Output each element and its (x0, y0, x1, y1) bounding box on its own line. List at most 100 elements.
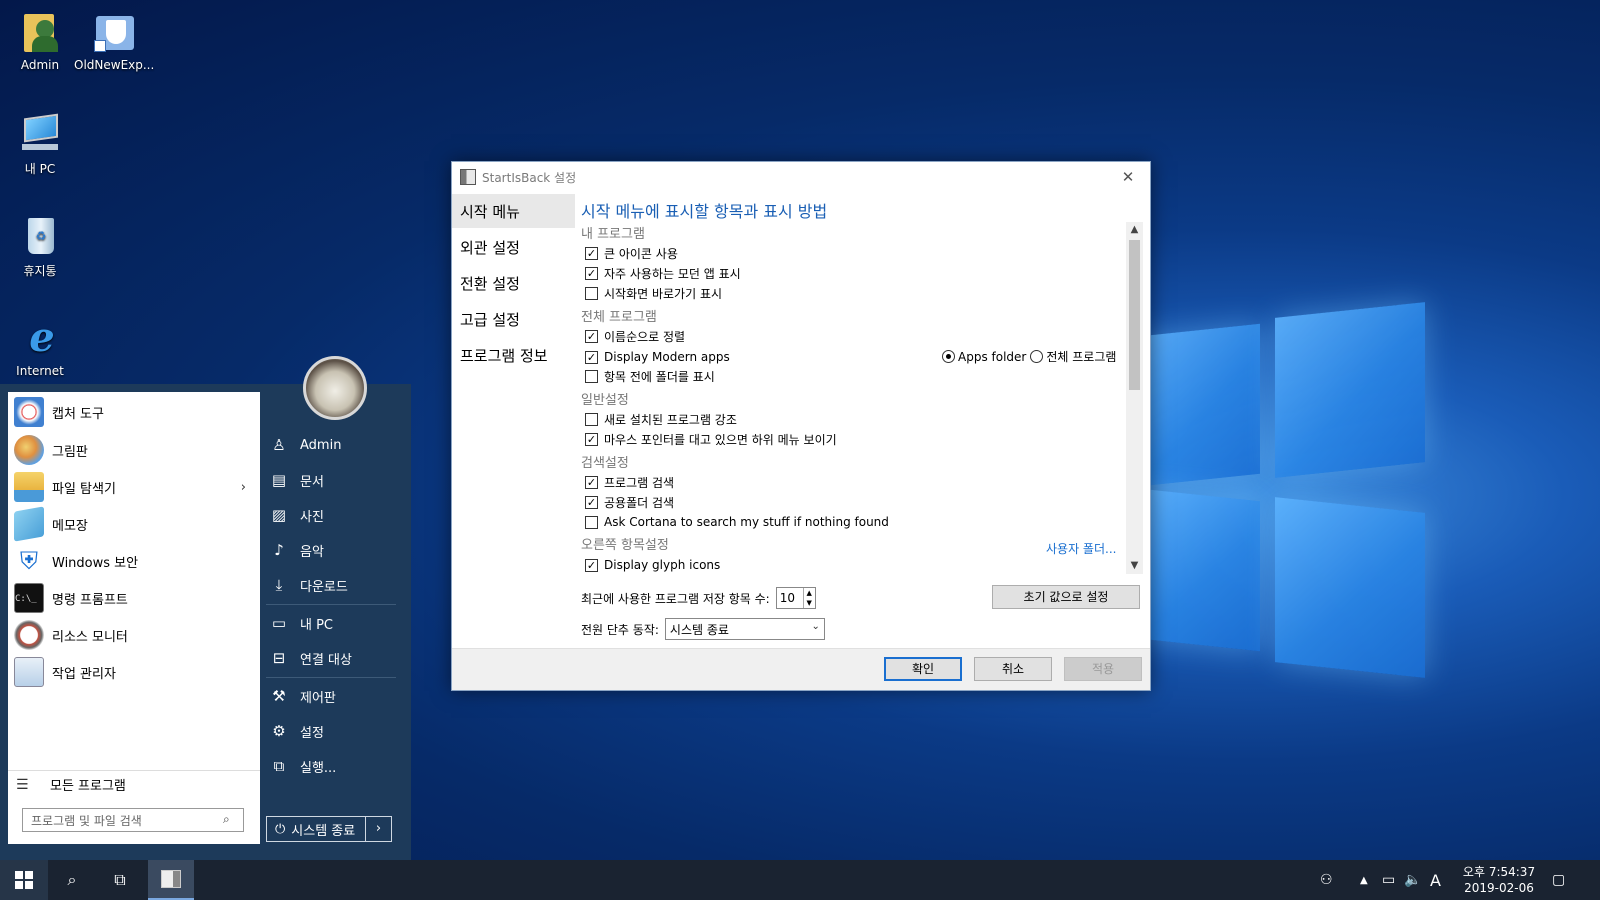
checkbox-label: 자주 사용하는 모던 앱 표시 (604, 266, 741, 281)
scroll-down-icon[interactable]: ▼ (1126, 558, 1143, 574)
desktop-icon-this-pc[interactable]: 내 PC (0, 112, 80, 177)
search-input[interactable]: 프로그램 및 파일 검색 ⌕ (22, 808, 244, 832)
task-view-icon[interactable]: ⧉ (96, 860, 144, 900)
checkbox-glyph-icons[interactable]: ✓ Display glyph icons (585, 556, 720, 574)
program-file-explorer[interactable]: 파일 탐색기 › (8, 469, 260, 505)
volume-icon[interactable]: 🔈 (1404, 860, 1421, 900)
chevron-right-icon[interactable]: › (365, 817, 391, 841)
dialog-titlebar[interactable]: StartIsBack 설정 (452, 162, 1152, 192)
network-icon[interactable]: ▭ (1382, 860, 1395, 900)
checkbox-box[interactable] (585, 286, 598, 300)
taskbar-app-startisback[interactable] (148, 860, 194, 900)
checkbox-hover-submenu[interactable]: ✓ 마우스 포인터를 대고 있으면 하위 메뉴 보이기 (585, 430, 837, 448)
search-icon[interactable]: ⌕ (48, 860, 96, 900)
start-item-documents[interactable]: ▤ 문서 (262, 465, 402, 495)
nav-appearance[interactable]: 외관 설정 (452, 230, 575, 264)
start-item-music[interactable]: ♪ 음악 (262, 535, 402, 565)
checkbox-large-icons[interactable]: ✓ 큰 아이콘 사용 (585, 244, 678, 262)
program-paint[interactable]: 그림판 (8, 432, 260, 468)
program-resource-monitor[interactable]: 리소스 모니터 (8, 617, 260, 653)
reset-defaults-button[interactable]: 초기 값으로 설정 (992, 585, 1140, 609)
ok-button[interactable]: 확인 (884, 657, 962, 681)
clock-time: 오후 7:54:37 (1462, 865, 1536, 879)
radio-all-programs[interactable] (1030, 350, 1044, 363)
nav-switching[interactable]: 전환 설정 (452, 266, 575, 300)
gauge-icon (14, 620, 44, 650)
start-item-run[interactable]: ⧉ 실행... (262, 751, 402, 781)
scroll-up-icon[interactable]: ▲ (1126, 222, 1143, 238)
radio-apps-folder[interactable] (942, 350, 955, 363)
checkbox-box[interactable]: ✓ (585, 329, 598, 343)
start-button[interactable] (0, 860, 48, 900)
checkbox-label: 프로그램 검색 (604, 475, 675, 490)
computer-icon: ▭ (271, 614, 287, 632)
spin-arrows-icon[interactable]: ▲ ▼ (802, 588, 815, 608)
search-placeholder: 프로그램 및 파일 검색 (31, 813, 142, 828)
program-command-prompt[interactable]: C:\_ 명령 프롬프트 (8, 580, 260, 616)
program-task-manager[interactable]: 작업 관리자 (8, 654, 260, 690)
close-icon[interactable]: ✕ (1118, 167, 1138, 187)
user-folder-link[interactable]: 사용자 폴더... (1046, 540, 1116, 557)
checkbox-sort-by-name[interactable]: ✓ 이름순으로 정렬 (585, 327, 685, 345)
notepad-icon (14, 506, 44, 542)
desktop-icon-oldnewexplorer[interactable]: OldNewExp... (74, 10, 154, 72)
checkbox-box[interactable] (585, 515, 598, 529)
nav-about[interactable]: 프로그램 정보 (452, 338, 575, 372)
checkbox-box[interactable] (585, 412, 598, 426)
checkbox-highlight-new[interactable]: 새로 설치된 프로그램 강조 (585, 410, 737, 428)
ime-indicator[interactable]: A (1430, 860, 1441, 900)
checkbox-box[interactable]: ✓ (585, 558, 598, 572)
clock[interactable]: 오후 7:54:37 2019-02-06 (1454, 864, 1544, 896)
start-item-downloads[interactable]: ⤓ 다운로드 (262, 570, 402, 600)
checkbox-box[interactable]: ✓ (585, 475, 598, 489)
nav-start-menu[interactable]: 시작 메뉴 (452, 194, 575, 228)
start-item-this-pc[interactable]: ▭ 내 PC (262, 608, 402, 638)
checkbox-frequent-modern[interactable]: ✓ 자주 사용하는 모던 앱 표시 (585, 264, 741, 282)
all-programs-button[interactable]: ☰ 모든 프로그램 (8, 770, 260, 798)
checkbox-box[interactable]: ✓ (585, 432, 598, 446)
checkbox-folders-first[interactable]: 항목 전에 폴더를 표시 (585, 367, 715, 385)
scrollbar-thumb[interactable] (1129, 240, 1140, 390)
cancel-button[interactable]: 취소 (974, 657, 1052, 681)
chevron-up-icon[interactable]: ▲ (1360, 860, 1368, 900)
start-item-label: 다운로드 (300, 579, 348, 595)
checkbox-display-modern[interactable]: ✓ Display Modern apps (585, 348, 730, 366)
start-item-control-panel[interactable]: ⚒ 제어판 (262, 681, 402, 711)
power-action-select[interactable]: 시스템 종료 ⌄ (664, 618, 825, 640)
checkbox-search-programs[interactable]: ✓ 프로그램 검색 (585, 473, 674, 491)
checkbox-search-public[interactable]: ✓ 공용폴더 검색 (585, 493, 674, 511)
checkbox-box[interactable]: ✓ (585, 495, 598, 509)
checkbox-box[interactable]: ✓ (585, 350, 598, 364)
shield-icon: ⛨ (14, 546, 44, 576)
start-item-pictures[interactable]: ▨ 사진 (262, 500, 402, 530)
user-avatar[interactable] (303, 356, 367, 420)
desktop-icon-label: 내 PC (24, 162, 56, 176)
checkbox-ask-cortana[interactable]: Ask Cortana to search my stuff if nothin… (585, 513, 889, 531)
shutdown-button[interactable]: ⏻ 시스템 종료 › (266, 816, 392, 842)
program-notepad[interactable]: 메모장 (8, 506, 260, 542)
shield-folder-icon (92, 10, 136, 54)
program-label: 메모장 (52, 518, 88, 534)
checkbox-label: 새로 설치된 프로그램 강조 (604, 412, 737, 427)
notification-icon[interactable]: ▢ (1552, 860, 1565, 900)
chevron-right-icon[interactable]: › (241, 480, 246, 495)
start-item-connect-to[interactable]: ⊟ 연결 대상 (262, 643, 402, 673)
checkbox-box[interactable] (585, 369, 598, 383)
desktop-icon-recycle-bin[interactable]: ♻ 휴지통 (0, 214, 80, 279)
start-item-settings[interactable]: ⚙ 설정 (262, 716, 402, 746)
desktop-icon-admin[interactable]: Admin (0, 10, 80, 72)
checkbox-box[interactable]: ✓ (585, 246, 598, 260)
people-icon[interactable]: ⚇ (1320, 860, 1333, 900)
options-scrollbar[interactable]: ▲ ▼ (1126, 222, 1143, 574)
checkbox-box[interactable]: ✓ (585, 266, 598, 280)
program-snipping-tool[interactable]: 캡처 도구 (8, 394, 260, 430)
desktop-icon-internet[interactable]: e Internet (0, 316, 80, 379)
apply-button[interactable]: 적용 (1064, 657, 1142, 681)
modern-apps-radio-group: Apps folder 전체 프로그램 (942, 348, 1116, 365)
recent-count-stepper[interactable]: 10 ▲ ▼ (775, 587, 816, 609)
program-windows-security[interactable]: ⛨ Windows 보안 (8, 543, 260, 579)
start-item-admin[interactable]: ♙ Admin (262, 430, 402, 460)
windows-logo-icon (15, 871, 33, 889)
nav-advanced[interactable]: 고급 설정 (452, 302, 575, 336)
checkbox-start-shortcut[interactable]: 시작화면 바로가기 표시 (585, 284, 722, 302)
